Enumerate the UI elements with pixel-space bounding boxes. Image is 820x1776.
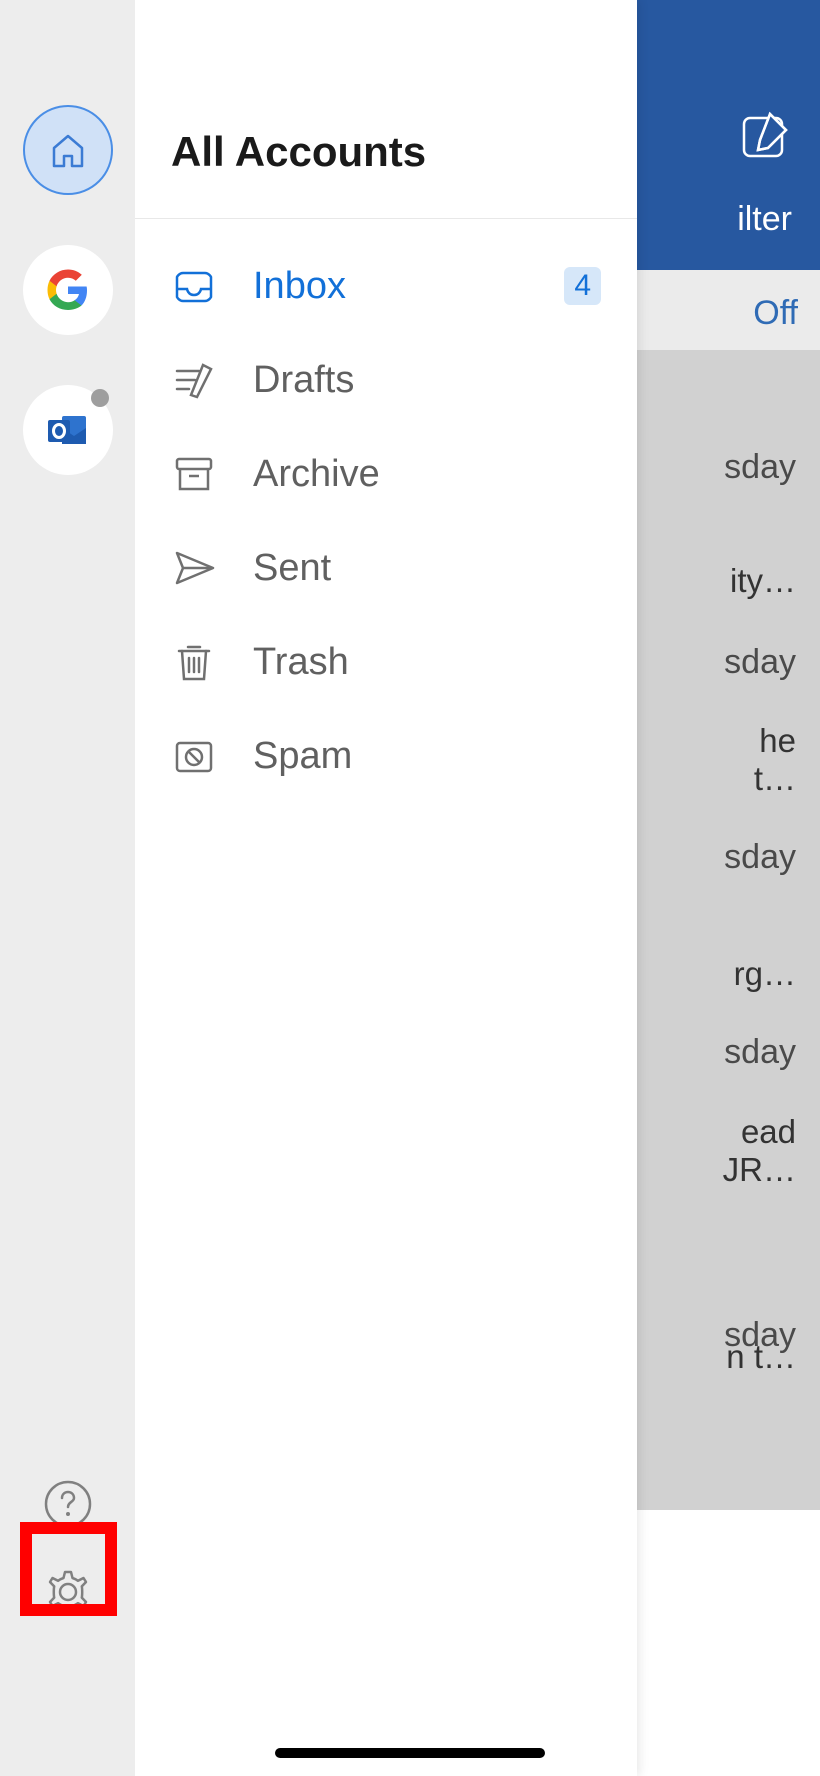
- bg-off-text: Off: [753, 294, 798, 333]
- account-google[interactable]: [23, 245, 113, 335]
- folder-archive[interactable]: Archive: [135, 427, 637, 521]
- compose-icon[interactable]: [740, 110, 790, 165]
- sent-icon: [171, 545, 217, 591]
- account-outlook[interactable]: [23, 385, 113, 475]
- bg-item-preview: JR…: [723, 1151, 796, 1189]
- folder-inbox[interactable]: Inbox 4: [135, 239, 637, 333]
- bg-item-preview: ity…: [730, 562, 796, 600]
- folder-label: Drafts: [253, 359, 601, 402]
- bg-item-day: sday: [724, 1033, 796, 1072]
- outlook-icon: [44, 406, 92, 454]
- folder-label: Trash: [253, 641, 601, 684]
- folder-label: Archive: [253, 453, 601, 496]
- bg-item-day: sday: [724, 838, 796, 877]
- drafts-icon: [171, 357, 217, 403]
- home-indicator[interactable]: [275, 1748, 545, 1758]
- archive-icon: [171, 451, 217, 497]
- google-icon: [44, 266, 92, 314]
- bg-item-preview: he: [759, 722, 796, 760]
- navigation-drawer: All Accounts Inbox 4: [0, 0, 637, 1776]
- gear-icon: [44, 1568, 92, 1616]
- folder-panel: All Accounts Inbox 4: [135, 0, 637, 1776]
- folder-label: Inbox: [253, 265, 528, 308]
- bg-item-day: sday: [724, 643, 796, 682]
- trash-icon: [171, 639, 217, 685]
- home-icon: [46, 128, 90, 172]
- folder-badge: 4: [564, 267, 601, 305]
- folder-sent[interactable]: Sent: [135, 521, 637, 615]
- settings-button[interactable]: [44, 1568, 92, 1616]
- bg-item-preview: rg…: [734, 955, 796, 993]
- spam-icon: [171, 733, 217, 779]
- bg-filter-text: ilter: [737, 200, 792, 239]
- folder-header: All Accounts: [135, 0, 637, 219]
- bg-item-preview: t…: [754, 760, 796, 798]
- folder-trash[interactable]: Trash: [135, 615, 637, 709]
- bg-item-preview: n t…: [726, 1338, 796, 1376]
- bg-item-day: sday: [724, 448, 796, 487]
- folder-label: Sent: [253, 547, 601, 590]
- account-rail: [0, 0, 135, 1776]
- help-icon: [44, 1480, 92, 1528]
- folder-list: Inbox 4 Drafts: [135, 219, 637, 803]
- account-all-home[interactable]: [23, 105, 113, 195]
- drawer-title: All Accounts: [171, 128, 601, 176]
- folder-drafts[interactable]: Drafts: [135, 333, 637, 427]
- bg-item-preview: ead: [741, 1113, 796, 1151]
- folder-label: Spam: [253, 735, 601, 778]
- help-button[interactable]: [44, 1480, 92, 1528]
- status-dot-icon: [91, 389, 109, 407]
- folder-spam[interactable]: Spam: [135, 709, 637, 803]
- inbox-icon: [171, 263, 217, 309]
